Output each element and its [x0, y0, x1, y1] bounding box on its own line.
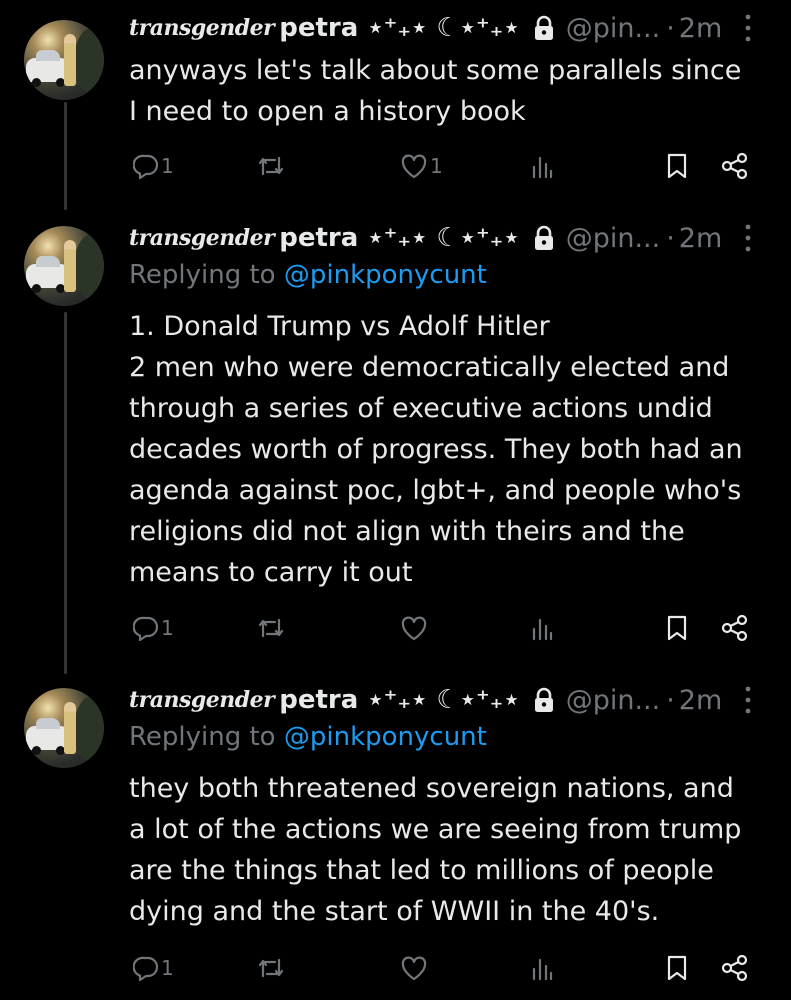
tweet-text-line: 2 men who were democratically elected an…: [129, 352, 730, 383]
like-button[interactable]: 1: [400, 150, 443, 182]
like-count: 1: [430, 154, 443, 178]
like-button[interactable]: [400, 952, 430, 984]
mention-link[interactable]: @pinkponycunt: [284, 260, 487, 290]
retweet-icon: [258, 618, 284, 638]
views-button[interactable]: [530, 150, 554, 182]
heart-icon: [401, 956, 427, 981]
tweet-text: 1. Donald Trump vs Adolf Hitler 2 men wh…: [129, 306, 774, 593]
display-name[interactable]: petra ⋆⁺₊⋆ ☾⋆⁺₊⋆: [279, 223, 519, 253]
tweet-text-line: means to carry it out: [129, 557, 413, 588]
action-bar: 1: [0, 952, 791, 984]
bookmark-button[interactable]: [666, 612, 688, 644]
display-name[interactable]: petra ⋆⁺₊⋆ ☾⋆⁺₊⋆: [279, 685, 519, 715]
separator-dot: ·: [666, 222, 675, 254]
retweet-button[interactable]: [256, 612, 286, 644]
user-handle[interactable]: @pin...: [566, 223, 661, 254]
tweet-header: transgender petra ⋆⁺₊⋆ ☾⋆⁺₊⋆ @pin... · 2…: [129, 680, 722, 720]
tweet-text: they both threatened sovereign nations, …: [129, 768, 774, 932]
tweet-text: anyways let's talk about some parallels …: [129, 50, 774, 132]
bookmark-icon: [667, 615, 687, 641]
views-icon: [532, 618, 553, 641]
tweet-text-line: are the things that led to millions of p…: [129, 855, 714, 886]
retweet-button[interactable]: [256, 150, 286, 182]
action-bar: 1 1: [0, 150, 791, 182]
timestamp[interactable]: 2m: [679, 223, 722, 254]
retweet-button[interactable]: [256, 952, 286, 984]
share-icon: [721, 152, 748, 180]
tweet-text-line: agenda against poc, lgbt+, and people wh…: [129, 475, 742, 506]
replying-to: Replying to @pinkponycunt: [129, 722, 487, 752]
heart-icon: [401, 616, 427, 641]
display-name-stylized[interactable]: transgender: [129, 15, 275, 41]
more-options-icon[interactable]: [738, 680, 758, 720]
avatar[interactable]: [24, 226, 104, 306]
reply-count: 1: [161, 956, 174, 980]
tweet-text-line: they both threatened sovereign nations, …: [129, 773, 734, 804]
share-button[interactable]: [720, 150, 750, 182]
bookmark-icon: [667, 153, 687, 179]
lock-icon: [534, 15, 553, 40]
tweet-text-line: dying and the start of WWII in the 40's.: [129, 896, 660, 927]
more-options-icon[interactable]: [738, 218, 758, 258]
lock-icon: [534, 225, 553, 250]
heart-icon: [401, 154, 427, 179]
display-name[interactable]: petra ⋆⁺₊⋆ ☾⋆⁺₊⋆: [279, 13, 519, 43]
retweet-icon: [258, 958, 284, 978]
tweet-text-line: 1. Donald Trump vs Adolf Hitler: [129, 311, 550, 342]
reply-icon: [133, 956, 159, 981]
reply-icon: [133, 616, 159, 641]
timestamp[interactable]: 2m: [679, 13, 722, 44]
retweet-icon: [258, 156, 284, 176]
display-name-stylized[interactable]: transgender: [129, 225, 275, 251]
tweet-text-line: religions did not align with theirs and …: [129, 516, 685, 547]
tweet-text-line: a lot of the actions we are seeing from …: [129, 814, 742, 845]
user-handle[interactable]: @pin...: [566, 13, 661, 44]
timestamp[interactable]: 2m: [679, 685, 722, 716]
views-button[interactable]: [530, 952, 554, 984]
mention-link[interactable]: @pinkponycunt: [284, 722, 487, 752]
bookmark-button[interactable]: [666, 150, 688, 182]
bookmark-button[interactable]: [666, 952, 688, 984]
reply-button[interactable]: 1: [133, 150, 174, 182]
share-button[interactable]: [720, 612, 750, 644]
lock-icon: [534, 687, 553, 712]
user-handle[interactable]: @pin...: [566, 685, 661, 716]
action-bar: 1: [0, 612, 791, 644]
display-name-stylized[interactable]: transgender: [129, 687, 275, 713]
bookmark-icon: [667, 955, 687, 981]
share-icon: [721, 614, 748, 642]
replying-to: Replying to @pinkponycunt: [129, 260, 487, 290]
share-icon: [721, 954, 748, 982]
avatar[interactable]: [24, 688, 104, 768]
share-button[interactable]: [720, 952, 750, 984]
separator-dot: ·: [666, 12, 675, 44]
avatar[interactable]: [24, 20, 104, 100]
reply-button[interactable]: 1: [133, 952, 174, 984]
tweet-header: transgender petra ⋆⁺₊⋆ ☾⋆⁺₊⋆ @pin... · 2…: [129, 218, 722, 258]
views-button[interactable]: [530, 612, 554, 644]
like-button[interactable]: [400, 612, 430, 644]
reply-count: 1: [161, 616, 174, 640]
reply-button[interactable]: 1: [133, 612, 174, 644]
replying-to-label: Replying to: [129, 722, 284, 752]
separator-dot: ·: [666, 684, 675, 716]
tweet-header: transgender petra ⋆⁺₊⋆ ☾⋆⁺₊⋆ @pin... · 2…: [129, 8, 722, 48]
tweet-text-line: decades worth of progress. They both had…: [129, 434, 743, 465]
views-icon: [532, 156, 553, 179]
reply-icon: [133, 154, 159, 179]
tweet-text-line: anyways let's talk about some parallels …: [129, 55, 742, 86]
tweet-text-line: through a series of executive actions un…: [129, 393, 713, 424]
tweet-text-line: I need to open a history book: [129, 96, 526, 127]
views-icon: [532, 958, 553, 981]
replying-to-label: Replying to: [129, 260, 284, 290]
more-options-icon[interactable]: [738, 8, 758, 48]
reply-count: 1: [161, 154, 174, 178]
